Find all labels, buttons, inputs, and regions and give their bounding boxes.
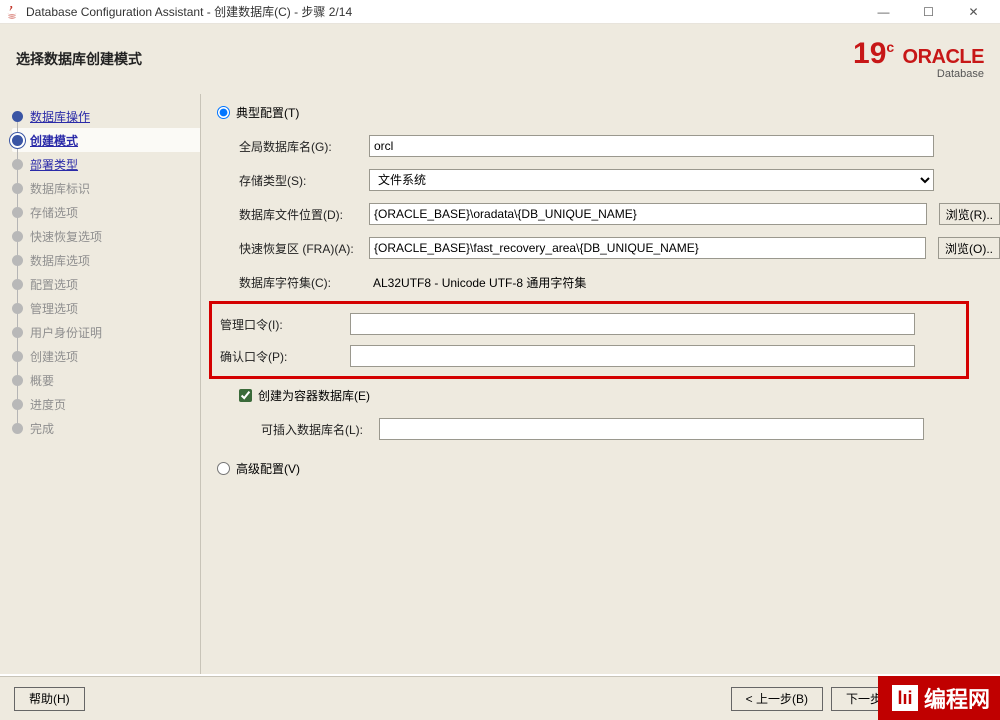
step-bullet-icon [12,183,23,194]
wizard-step-10: 创建选项 [12,344,200,368]
confirm-password-label: 确认口令(P): [220,348,350,365]
charset-label: 数据库字符集(C): [239,274,369,291]
charset-value: AL32UTF8 - Unicode UTF-8 通用字符集 [369,271,934,293]
step-bullet-icon [12,231,23,242]
page-header: 选择数据库创建模式 19c ORACLE Database [0,24,1000,94]
watermark-icon: lıi [892,685,918,711]
global-db-label: 全局数据库名(G): [239,138,369,155]
step-label: 进度页 [30,396,66,413]
help-button[interactable]: 帮助(H) [14,687,85,711]
step-label: 数据库选项 [30,252,90,269]
wizard-step-12: 进度页 [12,392,200,416]
java-icon [4,4,20,20]
page-title: 选择数据库创建模式 [16,49,142,69]
dbfiles-input[interactable] [369,203,927,225]
storage-type-label: 存储类型(S): [239,172,369,189]
container-db-label: 创建为容器数据库(E) [258,387,370,404]
step-bullet-icon [12,399,23,410]
step-bullet-icon [12,111,23,122]
advanced-config-label: 高级配置(V) [236,460,300,477]
wizard-step-6: 数据库选项 [12,248,200,272]
step-label: 概要 [30,372,54,389]
step-label: 快速恢复选项 [30,228,102,245]
brand-name: ORACLE [903,46,984,68]
confirm-password-input[interactable] [350,345,915,367]
wizard-step-13: 完成 [12,416,200,440]
wizard-step-4: 存储选项 [12,200,200,224]
step-bullet-icon [12,279,23,290]
step-label: 配置选项 [30,276,78,293]
global-db-input[interactable] [369,135,934,157]
maximize-button[interactable]: ☐ [906,1,951,23]
step-bullet-icon [12,135,23,146]
step-bullet-icon [12,327,23,338]
brand-sub: Database [853,69,984,80]
titlebar: Database Configuration Assistant - 创建数据库… [0,0,1000,24]
wizard-step-8: 管理选项 [12,296,200,320]
fra-input[interactable] [369,237,926,259]
step-label: 创建选项 [30,348,78,365]
pdb-name-label: 可插入数据库名(L): [261,421,379,438]
window-controls: — ☐ ✕ [861,1,996,23]
wizard-step-5: 快速恢复选项 [12,224,200,248]
step-label: 数据库操作 [30,108,90,125]
wizard-step-3: 数据库标识 [12,176,200,200]
step-label: 用户身份证明 [30,324,102,341]
window-title: Database Configuration Assistant - 创建数据库… [26,3,352,20]
minimize-button[interactable]: — [861,1,906,23]
step-label: 部署类型 [30,156,78,173]
watermark-text: 编程网 [924,682,990,714]
step-label: 管理选项 [30,300,78,317]
step-bullet-icon [12,159,23,170]
browse-dbfiles-button[interactable]: 浏览(R).. [939,203,1000,225]
step-bullet-icon [12,303,23,314]
step-bullet-icon [12,255,23,266]
typical-config-radio[interactable] [217,106,230,119]
oracle-brand: 19c ORACLE Database [853,39,984,80]
step-bullet-icon [12,351,23,362]
advanced-config-radio-row[interactable]: 高级配置(V) [217,460,1000,477]
admin-password-label: 管理口令(I): [220,316,350,333]
wizard-sidebar: 数据库操作创建模式部署类型数据库标识存储选项快速恢复选项数据库选项配置选项管理选… [0,94,200,674]
admin-password-input[interactable] [350,313,915,335]
typical-config-radio-row[interactable]: 典型配置(T) [217,104,1000,121]
container-db-row[interactable]: 创建为容器数据库(E) [239,387,1000,404]
typical-config-label: 典型配置(T) [236,104,299,121]
close-button[interactable]: ✕ [951,1,996,23]
password-highlight-box: 管理口令(I): 确认口令(P): [209,301,969,379]
wizard-step-7: 配置选项 [12,272,200,296]
wizard-step-9: 用户身份证明 [12,320,200,344]
container-db-checkbox[interactable] [239,389,252,402]
step-bullet-icon [12,207,23,218]
pdb-name-input[interactable] [379,418,924,440]
wizard-step-11: 概要 [12,368,200,392]
step-label: 完成 [30,420,54,437]
main-panel: 典型配置(T) 全局数据库名(G): 存储类型(S): 文件系统 数据库文件位置… [200,94,1000,674]
wizard-step-0[interactable]: 数据库操作 [12,104,200,128]
content-area: 数据库操作创建模式部署类型数据库标识存储选项快速恢复选项数据库选项配置选项管理选… [0,94,1000,674]
step-bullet-icon [12,423,23,434]
wizard-step-2[interactable]: 部署类型 [12,152,200,176]
wizard-footer: 帮助(H) < 上一步(B) 下一步(N) > 完成 [0,676,1000,720]
fra-label: 快速恢复区 (FRA)(A): [239,240,369,257]
storage-type-select[interactable]: 文件系统 [369,169,934,191]
step-label: 存储选项 [30,204,78,221]
watermark: lıi 编程网 [878,676,1000,720]
browse-fra-button[interactable]: 浏览(O).. [938,237,1000,259]
step-bullet-icon [12,375,23,386]
step-label: 创建模式 [30,132,78,149]
wizard-step-1: 创建模式 [12,128,200,152]
dbfiles-label: 数据库文件位置(D): [239,206,369,223]
advanced-config-radio[interactable] [217,462,230,475]
step-label: 数据库标识 [30,180,90,197]
back-button[interactable]: < 上一步(B) [731,687,823,711]
brand-version: 19c [853,37,903,70]
